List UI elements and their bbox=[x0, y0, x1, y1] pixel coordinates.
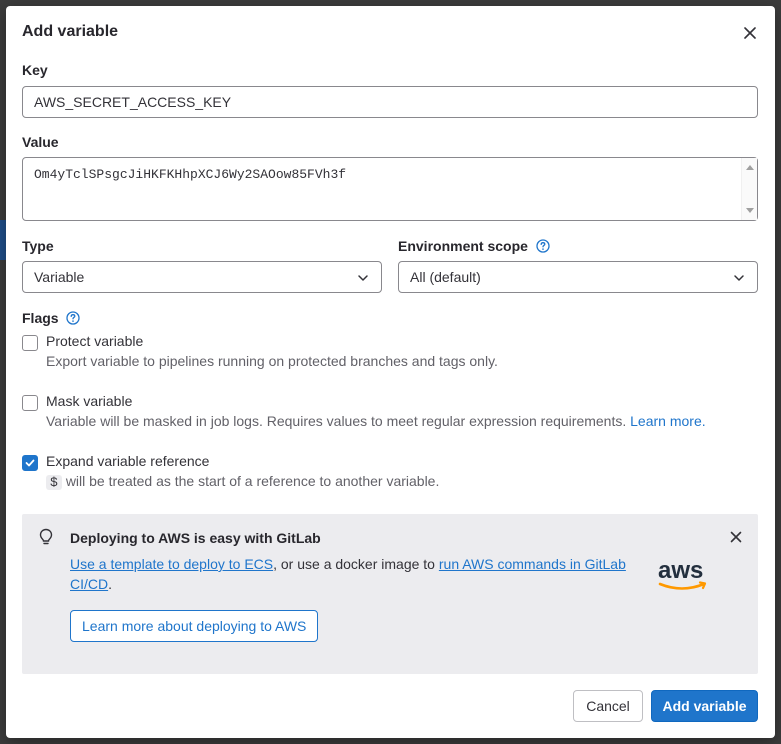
alert-body: Use a template to deploy to ECS, or use … bbox=[70, 554, 630, 594]
type-label: Type bbox=[22, 238, 54, 254]
alert-dismiss-icon[interactable] bbox=[728, 529, 744, 545]
textarea-scrollbar[interactable] bbox=[741, 158, 757, 220]
chevron-down-icon bbox=[734, 275, 744, 281]
close-icon bbox=[744, 27, 756, 39]
expand-variable-help-row: $ will be treated as the start of a refer… bbox=[46, 473, 439, 490]
aws-logo: aws bbox=[656, 557, 712, 599]
value-textarea[interactable]: Om4yTclSPsgcJiHKFKHhpXCJ6Wy2SAOow85FVh3f bbox=[22, 157, 758, 221]
alert-text-2: . bbox=[108, 576, 113, 592]
scroll-up-arrow-icon[interactable] bbox=[746, 165, 754, 170]
mask-variable-help: Variable will be masked in job logs. Req… bbox=[46, 413, 627, 429]
question-circle-icon[interactable] bbox=[536, 239, 550, 253]
dollar-code: $ bbox=[46, 475, 62, 490]
key-input[interactable]: AWS_SECRET_ACCESS_KEY bbox=[22, 86, 758, 118]
value-textarea-text: Om4yTclSPsgcJiHKFKHhpXCJ6Wy2SAOow85FVh3f bbox=[34, 167, 347, 182]
alert-title: Deploying to AWS is easy with GitLab bbox=[70, 530, 321, 546]
environment-scope-label-text: Environment scope bbox=[398, 238, 528, 254]
environment-scope-value: All (default) bbox=[410, 269, 481, 285]
question-circle-icon[interactable] bbox=[66, 311, 81, 325]
modal-title: Add variable bbox=[22, 23, 119, 40]
key-input-value: AWS_SECRET_ACCESS_KEY bbox=[34, 94, 232, 110]
alert-text-1: , or use a docker image to bbox=[273, 556, 439, 572]
learn-more-aws-button[interactable]: Learn more about deploying to AWS bbox=[70, 610, 319, 642]
type-select[interactable]: Variable bbox=[22, 261, 382, 293]
deploy-ecs-template-link[interactable]: Use a template to deploy to ECS bbox=[70, 556, 273, 572]
checkmark-icon bbox=[25, 459, 35, 467]
environment-scope-label: Environment scope bbox=[398, 238, 550, 254]
type-select-value: Variable bbox=[34, 269, 85, 285]
mask-variable-help-row: Variable will be masked in job logs. Req… bbox=[46, 413, 706, 429]
scroll-down-arrow-icon[interactable] bbox=[746, 208, 754, 213]
add-variable-modal: Add variable Key AWS_SECRET_ACCESS_KEY V… bbox=[6, 6, 775, 738]
cancel-button[interactable]: Cancel bbox=[573, 690, 643, 722]
value-label: Value bbox=[22, 134, 59, 150]
expand-variable-help: will be treated as the start of a refere… bbox=[65, 473, 440, 489]
flags-label: Flags bbox=[22, 310, 81, 326]
close-button[interactable] bbox=[739, 22, 761, 44]
aws-deploy-alert: Deploying to AWS is easy with GitLab Use… bbox=[22, 514, 758, 674]
flags-label-text: Flags bbox=[22, 310, 59, 326]
lightbulb-icon bbox=[39, 528, 53, 545]
environment-scope-select[interactable]: All (default) bbox=[398, 261, 758, 293]
expand-variable-checkbox[interactable] bbox=[22, 455, 38, 471]
mask-variable-checkbox[interactable] bbox=[22, 395, 38, 411]
protect-variable-checkbox[interactable] bbox=[22, 335, 38, 351]
protect-variable-label[interactable]: Protect variable bbox=[46, 333, 143, 349]
add-variable-button[interactable]: Add variable bbox=[651, 690, 758, 722]
expand-variable-label[interactable]: Expand variable reference bbox=[46, 453, 209, 469]
aws-logo-text: aws bbox=[658, 558, 703, 584]
chevron-down-icon bbox=[358, 275, 368, 281]
key-label: Key bbox=[22, 62, 48, 78]
mask-learn-more-link[interactable]: Learn more. bbox=[630, 413, 705, 429]
protect-variable-help: Export variable to pipelines running on … bbox=[46, 353, 498, 369]
mask-variable-label[interactable]: Mask variable bbox=[46, 393, 132, 409]
